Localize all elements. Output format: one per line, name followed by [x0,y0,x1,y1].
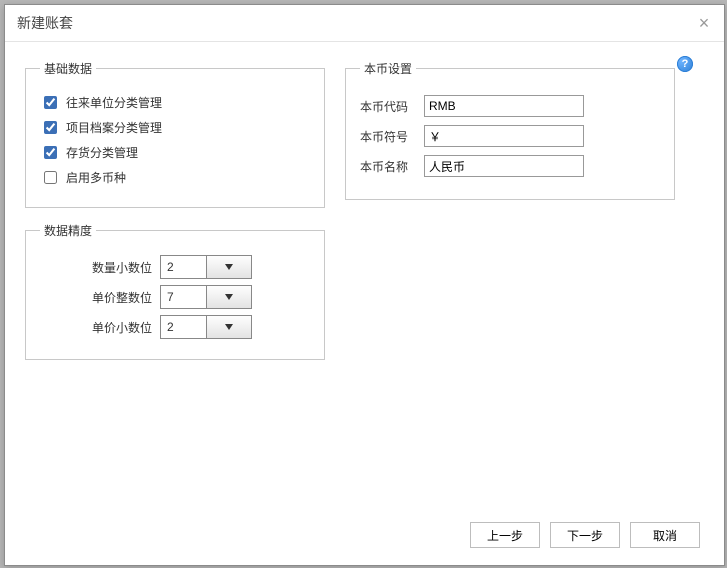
currency-row-code: 本币代码 [360,95,660,117]
close-icon[interactable]: × [694,13,714,33]
currency-group: 本币设置 本币代码 本币符号 本币名称 [345,60,675,200]
help-icon[interactable]: ? [677,56,693,72]
precision-row-price-int: 单价整数位 7 [40,285,310,309]
basic-data-group: 基础数据 往来单位分类管理 项目档案分类管理 存货分类管理 [25,60,325,208]
basic-data-legend: 基础数据 [40,60,96,77]
combo-value: 7 [161,290,206,304]
checkbox-label: 启用多币种 [66,169,126,186]
currency-symbol-input[interactable] [424,125,584,147]
precision-label: 单价整数位 [80,289,152,306]
combo-qty-decimals[interactable]: 2 [160,255,252,279]
dialog-body: 基础数据 往来单位分类管理 项目档案分类管理 存货分类管理 [5,42,724,505]
data-precision-group: 数据精度 数量小数位 2 单价整数位 7 [25,222,325,360]
precision-label: 数量小数位 [80,259,152,276]
currency-row-name: 本币名称 [360,155,660,177]
combo-price-dec[interactable]: 2 [160,315,252,339]
combo-price-int[interactable]: 7 [160,285,252,309]
cancel-button[interactable]: 取消 [630,522,700,548]
checkbox-label: 往来单位分类管理 [66,94,162,111]
checkbox-row-inventory-category: 存货分类管理 [40,143,310,162]
currency-code-input[interactable] [424,95,584,117]
currency-label: 本币名称 [360,158,418,175]
currency-label: 本币符号 [360,128,418,145]
chevron-down-icon [206,256,252,278]
precision-row-price-dec: 单价小数位 2 [40,315,310,339]
precision-row-qty-decimals: 数量小数位 2 [40,255,310,279]
checkbox-label: 存货分类管理 [66,144,138,161]
currency-label: 本币代码 [360,98,418,115]
checkbox-row-contact-category: 往来单位分类管理 [40,93,310,112]
data-precision-legend: 数据精度 [40,222,96,239]
checkbox-row-project-category: 项目档案分类管理 [40,118,310,137]
checkbox-row-multi-currency: 启用多币种 [40,168,310,187]
dialog-footer: 上一步 下一步 取消 [5,505,724,565]
checkbox-multi-currency[interactable] [44,171,57,184]
combo-value: 2 [161,320,206,334]
prev-button[interactable]: 上一步 [470,522,540,548]
checkbox-contact-category[interactable] [44,96,57,109]
currency-row-symbol: 本币符号 [360,125,660,147]
dialog-title: 新建账套 [17,15,73,31]
dialog-titlebar: 新建账套 × [5,5,724,42]
checkbox-project-category[interactable] [44,121,57,134]
precision-label: 单价小数位 [80,319,152,336]
chevron-down-icon [206,316,252,338]
chevron-down-icon [206,286,252,308]
currency-legend: 本币设置 [360,60,416,77]
checkbox-inventory-category[interactable] [44,146,57,159]
combo-value: 2 [161,260,206,274]
checkbox-label: 项目档案分类管理 [66,119,162,136]
next-button[interactable]: 下一步 [550,522,620,548]
new-ledger-dialog: 新建账套 × 基础数据 往来单位分类管理 项目档案分类管理 [4,4,725,566]
currency-name-input[interactable] [424,155,584,177]
